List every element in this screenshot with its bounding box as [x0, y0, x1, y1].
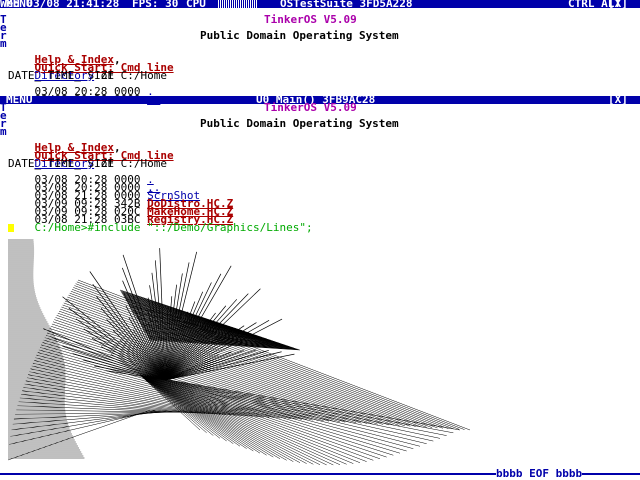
- demo-line: [139, 374, 341, 465]
- system-status-bar: Wed 03/08 21:41:28 FPS: 30 CPU MENU OSTe…: [0, 0, 640, 10]
- cpu-label: CPU: [186, 0, 206, 10]
- close-button-main[interactable]: [X]: [608, 94, 628, 105]
- term-side-label: T e r m: [0, 102, 7, 144]
- close-button-top[interactable]: [X]: [608, 0, 628, 9]
- window-title-top: OSTestSuite 3FD5A228: [280, 0, 413, 10]
- term-side-label: T e r m: [0, 8, 7, 98]
- demo-line: [139, 374, 314, 465]
- eof-label: EOF: [529, 467, 549, 480]
- eof-indicator: bbbb EOF bbbb: [496, 467, 583, 480]
- menu-button-top[interactable]: MENU: [6, 0, 33, 9]
- demo-line: [48, 330, 335, 422]
- os-heading: Public Domain Operating System: [200, 29, 399, 42]
- demo-line: [139, 374, 407, 452]
- demo-line: [139, 374, 301, 463]
- column-headers: DATE_ TIME_ SIZE: [8, 69, 114, 82]
- os-heading: Public Domain Operating System: [200, 117, 399, 130]
- menu-button-main[interactable]: MENU: [6, 94, 33, 105]
- cpu-meter: [218, 0, 258, 8]
- fps-readout: FPS: 30: [132, 0, 179, 10]
- version-label: TinkerOS V5.09: [264, 101, 357, 114]
- column-headers: DATE_ TIME_ SIZE: [8, 157, 114, 170]
- demo-line: [7, 409, 151, 461]
- line-graphics-demo: [7, 239, 471, 466]
- version-label: TinkerOS V5.09: [264, 13, 357, 26]
- demo-line: [139, 374, 361, 463]
- demo-line: [139, 374, 394, 456]
